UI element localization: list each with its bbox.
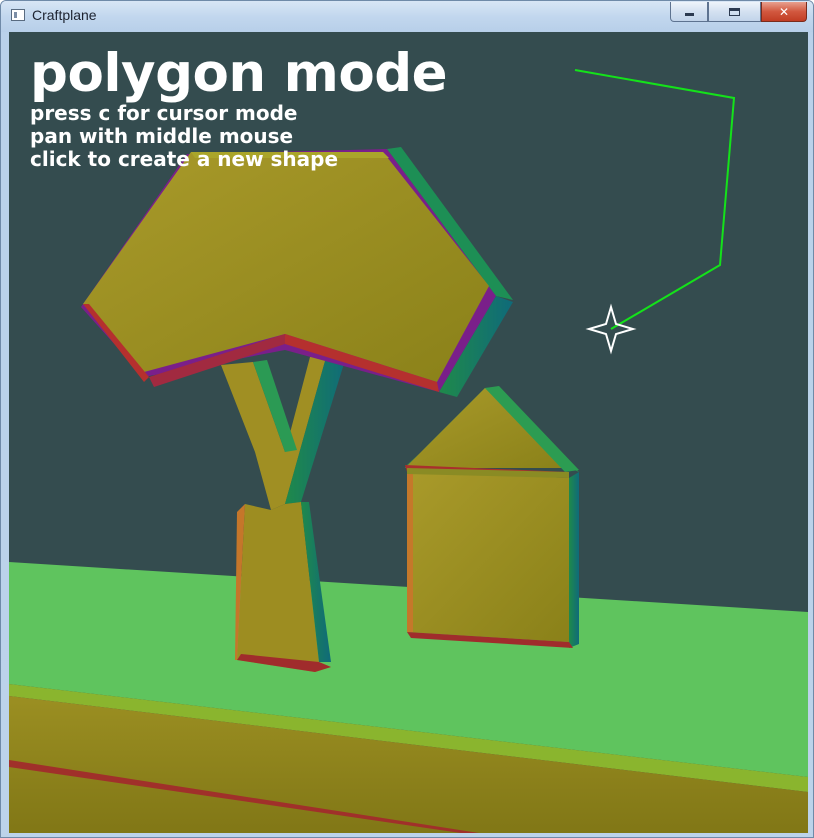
maximize-icon — [729, 7, 740, 16]
hint-pan: pan with middle mouse — [30, 124, 294, 148]
close-icon: ✕ — [778, 4, 790, 19]
mode-overlay: polygon mode press c for cursor mode pan… — [30, 43, 448, 171]
3d-viewport[interactable]: polygon mode press c for cursor mode pan… — [9, 32, 808, 833]
app-icon — [11, 9, 25, 21]
minimize-button[interactable] — [670, 2, 708, 22]
polygon-draft-line — [574, 69, 736, 330]
title-bar[interactable]: Craftplane ✕ — [1, 1, 813, 32]
minimize-icon — [684, 13, 694, 16]
window-title: Craftplane — [32, 7, 97, 23]
hint-cursor-mode: press c for cursor mode — [30, 101, 298, 125]
close-button[interactable]: ✕ — [761, 2, 807, 22]
tree-canopy-shape — [81, 147, 513, 397]
maximize-button[interactable] — [708, 2, 761, 22]
app-window: Craftplane ✕ polygon mode press c for cu… — [0, 0, 814, 838]
house-shape — [405, 386, 579, 648]
mode-heading: polygon mode — [30, 43, 448, 104]
hint-create-shape: click to create a new shape — [30, 147, 339, 171]
